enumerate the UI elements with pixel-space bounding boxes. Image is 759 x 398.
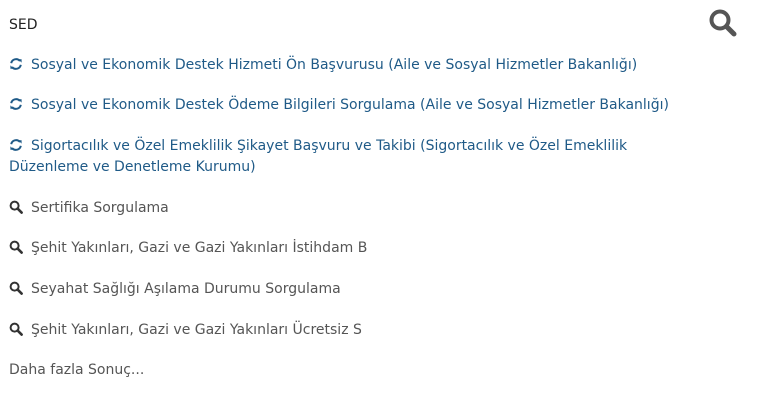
search-result-item[interactable]: Sosyal ve Ekonomik Destek Hizmeti Ön Baş… (9, 55, 637, 76)
refresh-icon (9, 138, 23, 152)
search-result-item[interactable]: Şehit Yakınları, Gazi ve Gazi Yakınları … (9, 320, 362, 341)
search-icon (709, 9, 737, 37)
result-label: Sosyal ve Ekonomik Destek Ödeme Bilgiler… (31, 97, 669, 113)
search-result-item[interactable]: Sigortacılık ve Özel Emeklilik Şikayet B… (9, 136, 699, 178)
result-label: Seyahat Sağlığı Aşılama Durumu Sorgulama (31, 281, 341, 297)
search-input[interactable] (9, 14, 609, 36)
search-result-item[interactable]: Sosyal ve Ekonomik Destek Ödeme Bilgiler… (9, 95, 669, 116)
more-results-link[interactable]: Daha fazla Sonuç... (9, 360, 144, 381)
search-bar (0, 0, 759, 48)
result-label: Sertifika Sorgulama (31, 200, 169, 216)
result-label: Sigortacılık ve Özel Emeklilik Şikayet B… (9, 138, 628, 175)
refresh-icon (9, 57, 23, 71)
result-label: Şehit Yakınları, Gazi ve Gazi Yakınları … (31, 322, 362, 338)
search-result-item[interactable]: Seyahat Sağlığı Aşılama Durumu Sorgulama (9, 279, 341, 300)
search-result-item[interactable]: Şehit Yakınları, Gazi ve Gazi Yakınları … (9, 238, 367, 259)
search-icon (9, 281, 23, 295)
search-result-item[interactable]: Sertifika Sorgulama (9, 198, 169, 219)
refresh-icon (9, 97, 23, 111)
search-icon (9, 240, 23, 254)
search-button[interactable] (708, 8, 742, 40)
result-label: Şehit Yakınları, Gazi ve Gazi Yakınları … (31, 240, 368, 256)
result-label: Sosyal ve Ekonomik Destek Hizmeti Ön Baş… (31, 57, 638, 73)
search-icon (9, 322, 23, 336)
search-icon (9, 200, 23, 214)
